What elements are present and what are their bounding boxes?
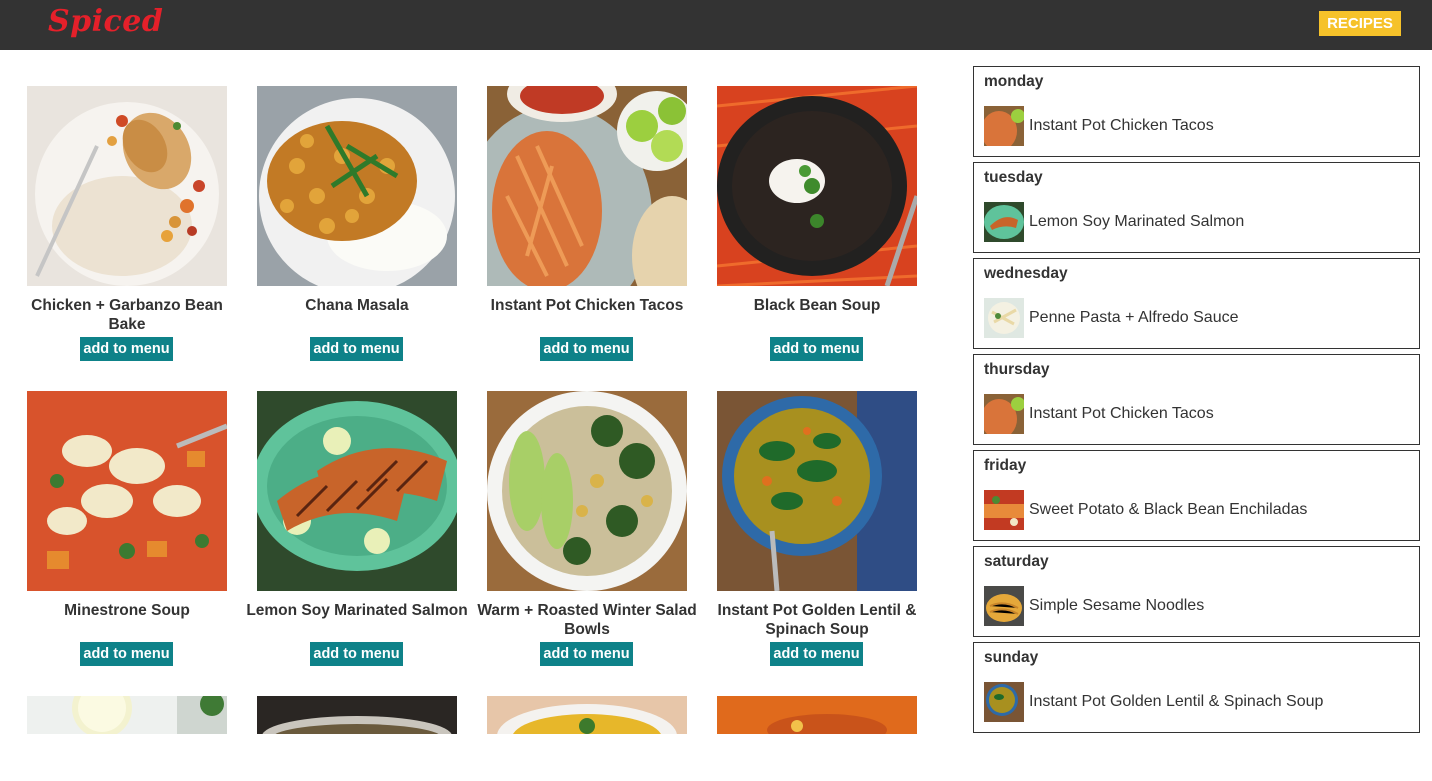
- menu-recipe-image[interactable]: [984, 298, 1024, 338]
- recipe-image-lemon-soy-salmon[interactable]: [257, 391, 457, 591]
- recipe-image[interactable]: [27, 696, 227, 734]
- recipe-title: Lemon Soy Marinated Salmon: [246, 602, 468, 619]
- menu-recipe-image[interactable]: [984, 682, 1024, 722]
- menu-recipe-name[interactable]: Lemon Soy Marinated Salmon: [1029, 213, 1244, 231]
- day-name: thursday: [984, 361, 1050, 378]
- recipe-image-chicken-tacos[interactable]: [487, 86, 687, 286]
- menu-recipe-image[interactable]: [984, 490, 1024, 530]
- add-to-menu-button[interactable]: add to menu: [310, 337, 403, 361]
- recipes-nav-button[interactable]: RECIPES: [1319, 11, 1401, 36]
- day-card-thursday: thursday Instant Pot Chicken Tacos: [973, 354, 1420, 445]
- day-name: sunday: [984, 649, 1039, 666]
- menu-recipe-name[interactable]: Instant Pot Chicken Tacos: [1029, 405, 1214, 423]
- recipe-title: Minestrone Soup: [64, 602, 190, 619]
- day-name: monday: [984, 73, 1044, 90]
- add-to-menu-button[interactable]: add to menu: [540, 337, 633, 361]
- recipe-image[interactable]: [717, 696, 917, 734]
- menu-recipe-image[interactable]: [984, 586, 1024, 626]
- day-card-wednesday: wednesday Penne Pasta + Alfredo Sauce: [973, 258, 1420, 349]
- menu-recipe-name[interactable]: Sweet Potato & Black Bean Enchiladas: [1029, 501, 1307, 519]
- menu-recipe-name[interactable]: Instant Pot Golden Lentil & Spinach Soup: [1029, 693, 1323, 711]
- day-name: saturday: [984, 553, 1049, 570]
- recipe-image-chicken-garbanzo[interactable]: [27, 86, 227, 286]
- day-name: wednesday: [984, 265, 1068, 282]
- day-card-friday: friday Sweet Potato & Black Bean Enchila…: [973, 450, 1420, 541]
- recipe-image-black-bean-soup[interactable]: [717, 86, 917, 286]
- day-card-tuesday: tuesday Lemon Soy Marinated Salmon: [973, 162, 1420, 253]
- day-card-monday: monday Instant Pot Chicken Tacos: [973, 66, 1420, 157]
- recipe-image-winter-salad[interactable]: [487, 391, 687, 591]
- menu-recipe-name[interactable]: Instant Pot Chicken Tacos: [1029, 117, 1214, 135]
- recipe-title: Instant Pot Chicken Tacos: [490, 297, 684, 314]
- add-to-menu-button[interactable]: add to menu: [80, 337, 173, 361]
- recipe-title: Chana Masala: [305, 297, 409, 314]
- add-to-menu-button[interactable]: add to menu: [540, 642, 633, 666]
- add-to-menu-button[interactable]: add to menu: [80, 642, 173, 666]
- menu-recipe-image[interactable]: [984, 106, 1024, 146]
- recipe-title: Black Bean Soup: [753, 297, 881, 314]
- day-name: tuesday: [984, 169, 1043, 186]
- add-to-menu-button[interactable]: add to menu: [310, 642, 403, 666]
- recipe-title: Warm + Roasted Winter Salad Bowls: [477, 602, 697, 638]
- recipe-title: Chicken + Garbanzo Bean Bake: [31, 297, 223, 333]
- recipe-image-minestrone[interactable]: [27, 391, 227, 591]
- recipe-image[interactable]: [257, 696, 457, 734]
- recipe-grid: Chicken + Garbanzo Bean Bake add to menu…: [0, 0, 950, 781]
- add-to-menu-button[interactable]: add to menu: [770, 337, 863, 361]
- day-name: friday: [984, 457, 1027, 474]
- menu-recipe-image[interactable]: [984, 202, 1024, 242]
- recipe-image-chana-masala[interactable]: [257, 86, 457, 286]
- day-card-sunday: sunday Instant Pot Golden Lentil & Spina…: [973, 642, 1420, 733]
- recipe-title: Instant Pot Golden Lentil & Spinach Soup: [717, 602, 917, 638]
- add-to-menu-button[interactable]: add to menu: [770, 642, 863, 666]
- menu-recipe-name[interactable]: Simple Sesame Noodles: [1029, 597, 1204, 615]
- recipe-image-golden-lentil-soup[interactable]: [717, 391, 917, 591]
- menu-recipe-image[interactable]: [984, 394, 1024, 434]
- day-card-saturday: saturday Simple Sesame Noodles: [973, 546, 1420, 637]
- recipe-image[interactable]: [487, 696, 687, 734]
- menu-recipe-name[interactable]: Penne Pasta + Alfredo Sauce: [1029, 309, 1238, 327]
